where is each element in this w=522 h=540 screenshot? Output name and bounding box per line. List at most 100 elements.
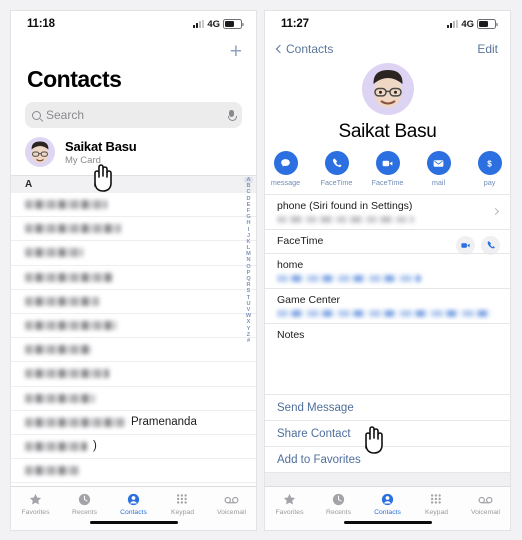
index-letter[interactable]: L <box>247 245 250 251</box>
contact-row[interactable] <box>11 266 256 290</box>
action-mail-3[interactable]: mail <box>420 151 458 187</box>
action-facetime-1[interactable]: FaceTime <box>318 151 356 187</box>
action-buttons[interactable]: message FaceTime FaceTime mail $ pay <box>265 143 510 194</box>
status-indicators: 4G <box>447 19 498 30</box>
contact-row[interactable]: ) <box>11 435 256 460</box>
contact-row[interactable] <box>11 362 256 387</box>
index-letter[interactable]: I <box>248 227 250 233</box>
action-message-0[interactable]: message <box>267 151 305 187</box>
detail-row[interactable]: Game Center <box>265 287 510 323</box>
index-letter[interactable]: C <box>246 189 250 195</box>
tab-contacts[interactable]: Contacts <box>363 491 412 516</box>
contact-row[interactable] <box>11 193 256 218</box>
edit-button[interactable]: Edit <box>477 42 498 56</box>
redacted-contact-name <box>25 321 117 331</box>
tab-voicemail[interactable]: Voicemail <box>461 491 510 516</box>
contact-row[interactable] <box>11 241 256 266</box>
index-letter[interactable]: Q <box>246 276 250 282</box>
index-letter[interactable]: F <box>247 208 250 214</box>
index-letter[interactable]: P <box>247 270 251 276</box>
microphone-icon[interactable] <box>228 109 237 121</box>
home-indicator <box>89 520 178 524</box>
contact-row[interactable] <box>11 338 256 363</box>
action-links[interactable]: Send Message Share Contact Add to Favorite… <box>265 394 510 472</box>
contact-row[interactable] <box>11 459 256 484</box>
index-letter[interactable]: T <box>247 295 250 301</box>
index-letter[interactable]: # <box>247 338 250 344</box>
contact-row[interactable] <box>11 314 256 339</box>
redacted-contact-name <box>25 466 79 476</box>
index-letter[interactable]: K <box>246 239 250 245</box>
tab-favorites[interactable]: Favorites <box>11 491 60 516</box>
tab-favorites[interactable]: Favorites <box>265 491 314 516</box>
alphabet-index[interactable]: A B C D E F G H I J K L M N O P Q R S T U V W X Y Z # <box>243 177 254 486</box>
link-send-message[interactable]: Send Message <box>265 394 510 420</box>
notes-empty-area[interactable] <box>277 341 498 369</box>
action-label: pay <box>483 177 496 187</box>
voicemail-icon <box>461 491 510 507</box>
detail-row[interactable]: home <box>265 252 510 288</box>
index-letter[interactable]: E <box>247 202 251 208</box>
contact-row[interactable] <box>11 483 256 486</box>
index-letter[interactable]: O <box>246 264 250 270</box>
index-letter[interactable]: Y <box>247 326 251 332</box>
detail-row[interactable]: Notes <box>265 322 510 375</box>
redacted-value <box>277 274 421 282</box>
contact-row[interactable] <box>11 217 256 242</box>
person-circle-icon <box>109 491 158 507</box>
home-indicator <box>343 520 432 524</box>
star-icon <box>11 491 60 507</box>
contacts-list[interactable]: A Pramenanda) ABCDEFGHIJKLMNOPQRSTUVWXYZ… <box>11 175 256 486</box>
tab-recents[interactable]: Recents <box>60 491 109 516</box>
redacted-contact-name <box>25 296 99 306</box>
contact-name: Saikat Basu <box>338 121 437 142</box>
index-letter[interactable]: A <box>244 177 253 183</box>
index-letter[interactable]: N <box>246 257 250 263</box>
tab-keypad[interactable]: Keypad <box>412 491 461 516</box>
index-letter[interactable]: U <box>246 301 250 307</box>
index-letter[interactable]: S <box>247 288 251 294</box>
my-card-row[interactable]: Saikat Basu My Card <box>11 128 256 175</box>
tab-voicemail[interactable]: Voicemail <box>207 491 256 516</box>
index-letter[interactable]: X <box>247 319 251 325</box>
index-letter[interactable]: J <box>247 233 250 239</box>
contact-row[interactable]: Pramenanda <box>11 411 256 435</box>
memoji-avatar[interactable] <box>361 63 414 115</box>
link-share-contact[interactable]: Share Contact <box>265 420 510 446</box>
action-facetime-2[interactable]: FaceTime <box>369 151 407 187</box>
status-time: 11:18 <box>27 18 55 30</box>
index-letter[interactable]: Z <box>247 332 250 338</box>
contact-row[interactable] <box>11 290 256 314</box>
search-input[interactable]: Search <box>25 102 242 128</box>
link-add-to-favorites[interactable]: Add to Favorites <box>265 446 510 472</box>
tab-label: Voicemail <box>470 509 501 516</box>
detail-row[interactable]: phone (Siri found in Settings) <box>265 193 510 229</box>
index-letter[interactable]: V <box>247 307 251 313</box>
contact-row[interactable] <box>11 387 256 411</box>
tab-recents[interactable]: Recents <box>314 491 363 516</box>
index-letter[interactable]: B <box>246 183 250 189</box>
index-letter[interactable]: R <box>246 282 250 288</box>
chevron-left-icon <box>275 44 285 54</box>
index-letter[interactable]: M <box>246 251 251 257</box>
redacted-contact-name <box>25 441 87 451</box>
index-letter[interactable]: D <box>246 196 250 202</box>
detail-key: home <box>277 258 304 271</box>
keypad-dots-icon <box>158 491 207 507</box>
back-button[interactable]: Contacts <box>275 42 333 56</box>
detail-row[interactable]: FaceTime <box>265 228 510 255</box>
index-letter[interactable]: H <box>246 220 250 226</box>
phone-icon <box>324 151 349 175</box>
action-pay-4[interactable]: $ pay <box>471 151 509 187</box>
clock-icon <box>314 491 363 507</box>
add-contact-button[interactable]: + <box>230 41 242 62</box>
index-letter[interactable]: G <box>246 214 250 220</box>
contact-hero: Saikat Basu <box>265 61 510 143</box>
redacted-contact-name <box>25 369 109 379</box>
tab-keypad[interactable]: Keypad <box>158 491 207 516</box>
search-placeholder: Search <box>46 108 85 122</box>
tab-label: Recents <box>326 509 351 516</box>
tab-contacts[interactable]: Contacts <box>109 491 158 516</box>
index-letter[interactable]: W <box>246 313 251 319</box>
list-nav-header: + Contacts Search <box>11 37 256 128</box>
